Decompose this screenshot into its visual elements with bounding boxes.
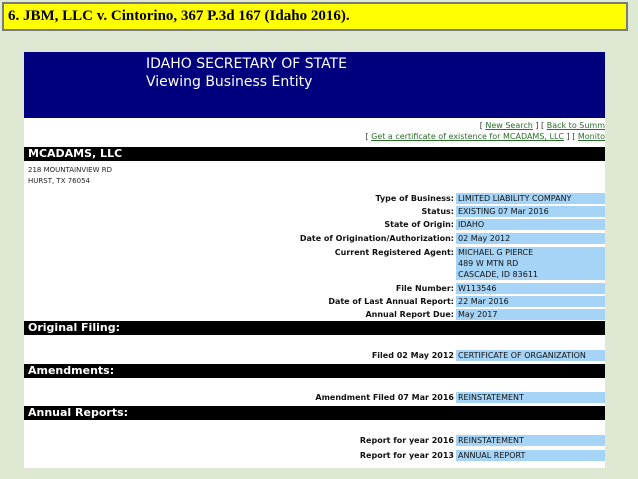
new-search-link[interactable]: New Search — [485, 121, 532, 130]
sos-banner: IDAHO SECRETARY OF STATE Viewing Busines… — [24, 52, 605, 118]
original-filing-header: Original Filing: — [24, 321, 605, 335]
report-label: Report for year 2016 — [359, 436, 454, 445]
detail-value: LIMITED LIABILITY COMPANY — [456, 193, 605, 204]
annual-reports-header: Annual Reports: — [24, 406, 605, 420]
detail-label: State of Origin: — [384, 220, 454, 229]
detail-label: Current Registered Agent: — [334, 248, 454, 257]
page-heading: Viewing Business Entity — [146, 74, 313, 90]
monitor-link[interactable]: Monito — [578, 132, 605, 141]
amendment-label: Amendment Filed 07 Mar 2016 — [315, 393, 454, 402]
agency-name: IDAHO SECRETARY OF STATE — [146, 56, 347, 72]
back-to-summary-link[interactable]: Back to Summ — [547, 121, 605, 130]
detail-value: 02 May 2012 — [456, 233, 605, 244]
agent-name: MICHAEL G PIERCE — [458, 248, 534, 257]
detail-label: Status: — [421, 207, 454, 216]
report-label: Report for year 2013 — [359, 451, 454, 460]
agent-city: CASCADE, ID 83611 — [458, 270, 539, 279]
slide-title: 6. JBM, LLC v. Cintorino, 367 P.3d 167 (… — [2, 2, 628, 31]
detail-label: Date of Last Annual Report: — [328, 297, 454, 306]
screenshot-panel: IDAHO SECRETARY OF STATE Viewing Busines… — [24, 52, 605, 468]
entity-address-line1: 218 MOUNTAINVIEW RD — [28, 166, 112, 174]
detail-label: Type of Business: — [375, 194, 454, 203]
registered-agent-value: MICHAEL G PIERCE 489 W MTN RD CASCADE, I… — [456, 247, 605, 280]
get-certificate-link[interactable]: Get a certificate of existence for MCADA… — [371, 132, 564, 141]
detail-value: EXISTING 07 Mar 2016 — [456, 206, 605, 217]
detail-label: File Number: — [395, 284, 454, 293]
filing-value: CERTIFICATE OF ORGANIZATION — [456, 350, 605, 361]
nav-links-row-2: [ Get a certificate of existence for MCA… — [365, 132, 605, 141]
entity-name-bar: MCADAMS, LLC — [24, 147, 605, 161]
entity-address-line2: HURST, TX 76054 — [28, 177, 90, 185]
detail-value: 22 Mar 2016 — [456, 296, 605, 307]
report-value: REINSTATEMENT — [456, 435, 605, 446]
detail-label: Date of Origination/Authorization: — [299, 234, 454, 243]
nav-links-row-1: [ New Search ] [ Back to Summ — [479, 121, 605, 130]
detail-label: Annual Report Due: — [365, 310, 454, 319]
amendment-value: REINSTATEMENT — [456, 392, 605, 403]
filing-label: Filed 02 May 2012 — [371, 351, 454, 360]
agent-street: 489 W MTN RD — [458, 259, 519, 268]
amendments-header: Amendments: — [24, 364, 605, 378]
report-value: ANNUAL REPORT — [456, 450, 605, 461]
detail-value: IDAHO — [456, 219, 605, 230]
detail-value: W113546 — [456, 283, 605, 294]
detail-value: May 2017 — [456, 309, 605, 320]
